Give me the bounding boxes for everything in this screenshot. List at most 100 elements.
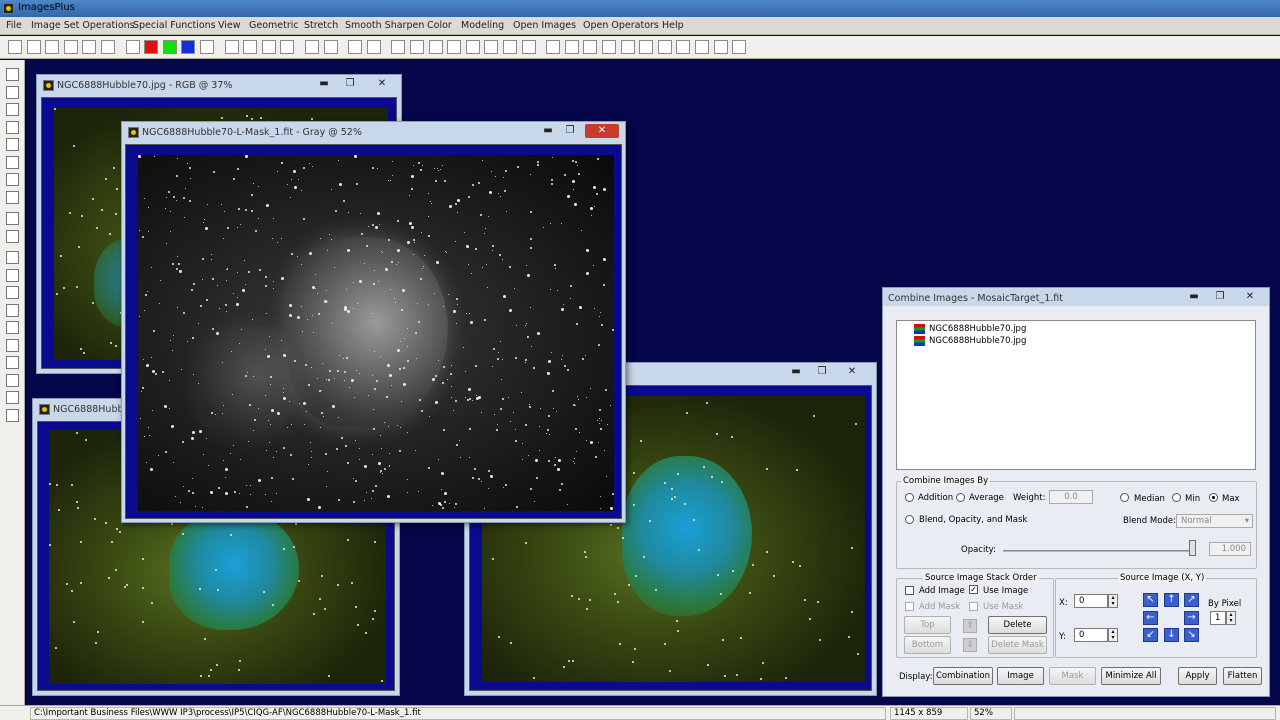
rotate-icon[interactable] xyxy=(6,212,19,225)
add-image-checkbox[interactable] xyxy=(905,586,914,595)
redo-icon[interactable] xyxy=(243,40,258,54)
close-button[interactable]: ✕ xyxy=(371,77,393,91)
ellipse-select-icon[interactable] xyxy=(323,40,338,54)
box3-icon[interactable] xyxy=(695,40,709,54)
arrow-up-right-icon[interactable]: ↗ xyxy=(1184,593,1199,607)
menu-image-set-operations[interactable]: Image Set Operations xyxy=(31,20,135,31)
redo-all-icon[interactable] xyxy=(280,40,295,54)
median-radio[interactable] xyxy=(1120,493,1129,502)
picture-icon[interactable] xyxy=(484,40,499,54)
use-image-checkbox[interactable]: ✓ xyxy=(969,585,978,594)
red-square-icon[interactable] xyxy=(6,103,19,116)
use-mask-checkbox[interactable] xyxy=(969,602,978,611)
opacity-field[interactable]: 1.000 xyxy=(1209,542,1251,556)
menu-modeling[interactable]: Modeling xyxy=(461,20,504,31)
top-button[interactable]: Top xyxy=(904,616,951,634)
box5-icon[interactable] xyxy=(732,40,747,54)
menu-view[interactable]: View xyxy=(218,20,241,31)
copy-icon[interactable] xyxy=(101,40,115,54)
pencil-icon[interactable] xyxy=(6,229,19,243)
addition-radio[interactable] xyxy=(905,493,914,502)
arrow-down-icon[interactable]: ↓ xyxy=(1164,628,1179,642)
arrow-up-icon[interactable] xyxy=(6,338,19,352)
mask-icon[interactable] xyxy=(6,190,19,204)
y-spinner-icon[interactable]: ▴ ▾ xyxy=(1108,628,1118,642)
close-all-icon[interactable] xyxy=(82,40,97,54)
move-icon[interactable] xyxy=(6,321,19,334)
menu-stretch[interactable]: Stretch xyxy=(304,20,338,31)
arrow-up-icon[interactable]: ↑ xyxy=(1164,593,1179,607)
average-radio[interactable] xyxy=(956,493,965,502)
menu-help[interactable]: Help xyxy=(662,20,684,31)
minimize-button[interactable]: ▬ xyxy=(537,124,559,138)
by-pixel-spinner-icon[interactable]: ▴ ▾ xyxy=(1226,611,1236,625)
points-icon[interactable] xyxy=(366,40,381,54)
blue-square-icon[interactable] xyxy=(6,138,19,151)
red-channel-icon[interactable] xyxy=(144,40,159,54)
box1-icon[interactable] xyxy=(657,40,672,54)
minimize-button[interactable]: ▬ xyxy=(785,365,807,379)
green-square-icon[interactable] xyxy=(6,120,19,134)
max-radio[interactable] xyxy=(1209,493,1218,502)
combination-button[interactable]: Combination xyxy=(933,667,993,685)
rgb-channels-icon[interactable] xyxy=(125,40,140,54)
minimize-button[interactable]: ▬ xyxy=(313,77,335,91)
blend-opacity-mask-radio[interactable] xyxy=(905,515,914,524)
dots-icon[interactable] xyxy=(348,40,363,54)
image-window-mask[interactable]: NGC6888Hubble70-L-Mask_1.fit - Gray @ 52… xyxy=(121,121,626,523)
minimize-button[interactable]: ▬ xyxy=(1183,290,1205,304)
box4-icon[interactable] xyxy=(713,40,728,54)
arrow-down-left-icon[interactable]: ↙ xyxy=(1143,628,1158,642)
cyan-square-icon[interactable] xyxy=(6,173,19,186)
menu-smooth-sharpen[interactable]: Smooth Sharpen xyxy=(345,20,424,31)
zoom-out-icon[interactable] xyxy=(564,40,579,54)
fill-icon[interactable] xyxy=(6,85,19,99)
image-button[interactable]: Image xyxy=(997,667,1044,685)
table-icon[interactable] xyxy=(465,40,480,54)
add-mask-checkbox[interactable] xyxy=(905,602,914,611)
zoom-fit-icon[interactable] xyxy=(583,40,598,54)
menu-open-operators[interactable]: Open Operators xyxy=(583,20,659,31)
crosshair-icon[interactable] xyxy=(447,40,462,54)
flip-icon[interactable] xyxy=(6,408,19,422)
open-folder-icon[interactable] xyxy=(26,40,41,54)
green-channel-icon[interactable] xyxy=(162,40,177,54)
maximize-button[interactable]: ❐ xyxy=(559,124,581,138)
grid-icon[interactable] xyxy=(200,40,214,54)
x-spinner-icon[interactable]: ▴ ▾ xyxy=(1108,594,1118,608)
opacity-slider-track[interactable] xyxy=(1003,550,1195,552)
apply-button[interactable]: Apply xyxy=(1178,667,1217,685)
rotate-right-icon[interactable] xyxy=(6,391,19,404)
undo-all-icon[interactable] xyxy=(261,40,276,54)
menu-geometric[interactable]: Geometric xyxy=(249,20,299,31)
fill-tool-icon[interactable] xyxy=(6,251,19,264)
x-field[interactable]: 0 xyxy=(1074,594,1108,608)
crop-icon[interactable] xyxy=(6,303,19,317)
arrow-right-icon[interactable] xyxy=(6,356,19,369)
move-up-icon[interactable]: ⇑ xyxy=(963,619,977,633)
menu-color[interactable]: Color xyxy=(427,20,452,31)
y-field[interactable]: 0 xyxy=(1074,628,1108,642)
zoom-in-icon[interactable] xyxy=(546,40,561,54)
close-button[interactable]: ✕ xyxy=(585,124,619,138)
plus-icon[interactable] xyxy=(428,40,443,54)
maximize-button[interactable]: ❐ xyxy=(339,77,361,91)
add-box-icon[interactable] xyxy=(620,40,635,54)
close-button[interactable]: ✕ xyxy=(1239,290,1261,304)
blue-channel-icon[interactable] xyxy=(181,40,196,54)
save-icon[interactable] xyxy=(45,40,60,54)
weight-field[interactable]: 0.0 xyxy=(1049,490,1093,504)
circle-select-icon[interactable] xyxy=(305,40,319,54)
minimize-all-button[interactable]: Minimize All xyxy=(1101,667,1161,685)
undo-icon[interactable] xyxy=(224,40,239,54)
minus-box-icon[interactable] xyxy=(639,40,654,54)
arrow-left-icon[interactable]: ← xyxy=(1143,611,1158,625)
delete-image-button[interactable]: Delete Image xyxy=(988,616,1047,646)
box2-icon[interactable] xyxy=(676,40,691,54)
rotate-left-icon[interactable] xyxy=(6,373,19,387)
zoom-reset-icon[interactable] xyxy=(602,40,616,54)
new-file-icon[interactable] xyxy=(8,40,22,54)
arrow-right-icon[interactable]: → xyxy=(1184,611,1199,625)
opacity-slider-thumb[interactable] xyxy=(1189,540,1196,556)
list-item[interactable]: NGC6888Hubble70.jpg xyxy=(929,336,1026,346)
